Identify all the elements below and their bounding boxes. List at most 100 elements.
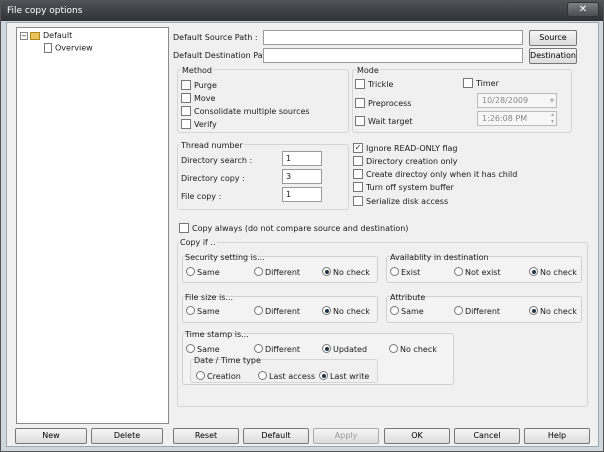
consolidate-checkbox[interactable] <box>181 106 191 116</box>
timestamp-same-radio[interactable] <box>186 344 195 353</box>
wait-target-checkbox[interactable] <box>355 116 365 126</box>
attribute-title: Attribute <box>390 293 426 302</box>
move-label: Move <box>194 94 216 103</box>
attribute-different-radio[interactable] <box>454 306 463 315</box>
copy-always-label: Copy always (do not compare source and d… <box>192 224 409 233</box>
security-title: Security setting is... <box>185 253 265 262</box>
timer-checkbox[interactable] <box>463 78 473 88</box>
verify-label: Verify <box>194 120 217 129</box>
default-button[interactable]: Default <box>243 428 309 444</box>
attribute-nocheck-radio[interactable] <box>529 306 538 315</box>
delete-button[interactable]: Delete <box>91 428 163 444</box>
security-same-radio[interactable] <box>186 267 195 276</box>
turn-off-buffer-label: Turn off system buffer <box>366 183 454 192</box>
attribute-different-label: Different <box>465 307 501 316</box>
tree-node-overview-label: Overview <box>55 43 93 53</box>
time-stamp-title: Time stamp is... <box>185 330 249 339</box>
serialize-label: Serialize disk access <box>366 197 449 206</box>
timer-time-value: 1:26:08 PM <box>482 114 528 123</box>
filesize-same-label: Same <box>197 307 220 316</box>
close-icon[interactable]: ✕ <box>567 2 599 17</box>
ignore-readonly-label: Ignore READ-ONLY flag <box>366 144 458 153</box>
destination-path-input[interactable] <box>263 48 523 63</box>
preprocess-label: Preprocess <box>368 99 412 108</box>
attribute-nocheck-label: No check <box>540 307 577 316</box>
cancel-button[interactable]: Cancel <box>454 428 520 444</box>
dialog-body: − Default Overview Default Source Path : … <box>6 22 599 447</box>
datetime-creation-radio[interactable] <box>196 371 205 380</box>
apply-button[interactable]: Apply <box>313 428 379 444</box>
filesize-different-label: Different <box>265 307 301 316</box>
directory-search-input[interactable]: 1 <box>282 151 322 166</box>
wait-target-label: Wait target <box>368 117 413 126</box>
source-path-label: Default Source Path : <box>173 33 258 42</box>
source-button[interactable]: Source <box>529 30 577 46</box>
destination-button[interactable]: Destination <box>529 48 577 64</box>
security-nocheck-label: No check <box>333 268 370 277</box>
availability-notexist-radio[interactable] <box>454 267 463 276</box>
source-path-input[interactable] <box>263 30 523 45</box>
tree-node-default[interactable]: − Default <box>20 31 72 40</box>
verify-checkbox[interactable] <box>181 119 191 129</box>
tree-node-default-label: Default <box>43 31 73 40</box>
thread-number-title: Thread number <box>180 141 244 150</box>
purge-checkbox[interactable] <box>181 80 191 90</box>
serialize-checkbox[interactable] <box>353 196 363 206</box>
datetime-creation-label: Creation <box>207 372 241 381</box>
timestamp-updated-radio[interactable] <box>322 344 331 353</box>
timer-time-spinner: 1:26:08 PM ▴ ▾ <box>477 111 557 126</box>
title-bar: File copy options ✕ <box>1 1 603 21</box>
preprocess-checkbox[interactable] <box>355 98 365 108</box>
filesize-nocheck-radio[interactable] <box>322 306 331 315</box>
timestamp-updated-label: Updated <box>333 345 368 354</box>
directory-creation-only-checkbox[interactable] <box>353 156 363 166</box>
attribute-same-label: Same <box>401 307 424 316</box>
reset-button[interactable]: Reset <box>173 428 239 444</box>
trickle-checkbox[interactable] <box>355 79 365 89</box>
file-size-title: File size is... <box>185 293 234 302</box>
filesize-nocheck-label: No check <box>333 307 370 316</box>
directory-creation-only-label: Directory creation only <box>366 157 458 166</box>
trickle-label: Trickle <box>368 80 394 89</box>
timestamp-different-radio[interactable] <box>254 344 263 353</box>
spinner-arrows-icon: ▴ ▾ <box>550 111 554 125</box>
file-copy-input[interactable]: 1 <box>282 187 322 202</box>
directory-copy-input[interactable]: 3 <box>282 169 322 184</box>
directory-search-label: Directory search : <box>181 156 253 165</box>
filesize-same-radio[interactable] <box>186 306 195 315</box>
availability-nocheck-label: No check <box>540 268 577 277</box>
timer-date-picker: 10/28/2009 ▾ <box>477 93 557 108</box>
security-different-radio[interactable] <box>254 267 263 276</box>
datetime-lastaccess-radio[interactable] <box>258 371 267 380</box>
consolidate-label: Consolidate multiple sources <box>194 107 310 116</box>
ok-button[interactable]: OK <box>384 428 450 444</box>
create-dir-child-label: Create directoy only when it has child <box>366 170 518 179</box>
datetime-lastwrite-radio[interactable] <box>319 371 328 380</box>
file-copy-options-window: File copy options ✕ − Default Overview De… <box>0 0 604 452</box>
timer-label: Timer <box>476 79 499 88</box>
profile-tree[interactable]: − Default Overview <box>16 27 169 424</box>
help-button[interactable]: Help <box>524 428 590 444</box>
new-button[interactable]: New <box>15 428 87 444</box>
directory-copy-label: Directory copy : <box>181 174 245 183</box>
timestamp-nocheck-radio[interactable] <box>389 344 398 353</box>
create-dir-child-checkbox[interactable] <box>353 169 363 179</box>
availability-notexist-label: Not exist <box>465 268 501 277</box>
availability-title: Availablity in destination <box>390 253 489 262</box>
ignore-readonly-checkbox[interactable]: ✓ <box>353 143 363 153</box>
attribute-same-radio[interactable] <box>390 306 399 315</box>
availability-nocheck-radio[interactable] <box>529 267 538 276</box>
availability-exist-radio[interactable] <box>390 267 399 276</box>
folder-icon <box>30 31 40 40</box>
tree-node-overview[interactable]: Overview <box>44 43 93 53</box>
move-checkbox[interactable] <box>181 93 191 103</box>
security-nocheck-radio[interactable] <box>322 267 331 276</box>
filesize-different-radio[interactable] <box>254 306 263 315</box>
datetime-lastaccess-label: Last access <box>269 372 316 381</box>
file-copy-label: File copy : <box>181 192 222 201</box>
turn-off-buffer-checkbox[interactable] <box>353 182 363 192</box>
timestamp-same-label: Same <box>197 345 220 354</box>
copy-always-checkbox[interactable] <box>179 223 189 233</box>
collapse-icon[interactable]: − <box>20 31 28 40</box>
datetime-lastwrite-label: Last write <box>330 372 370 381</box>
